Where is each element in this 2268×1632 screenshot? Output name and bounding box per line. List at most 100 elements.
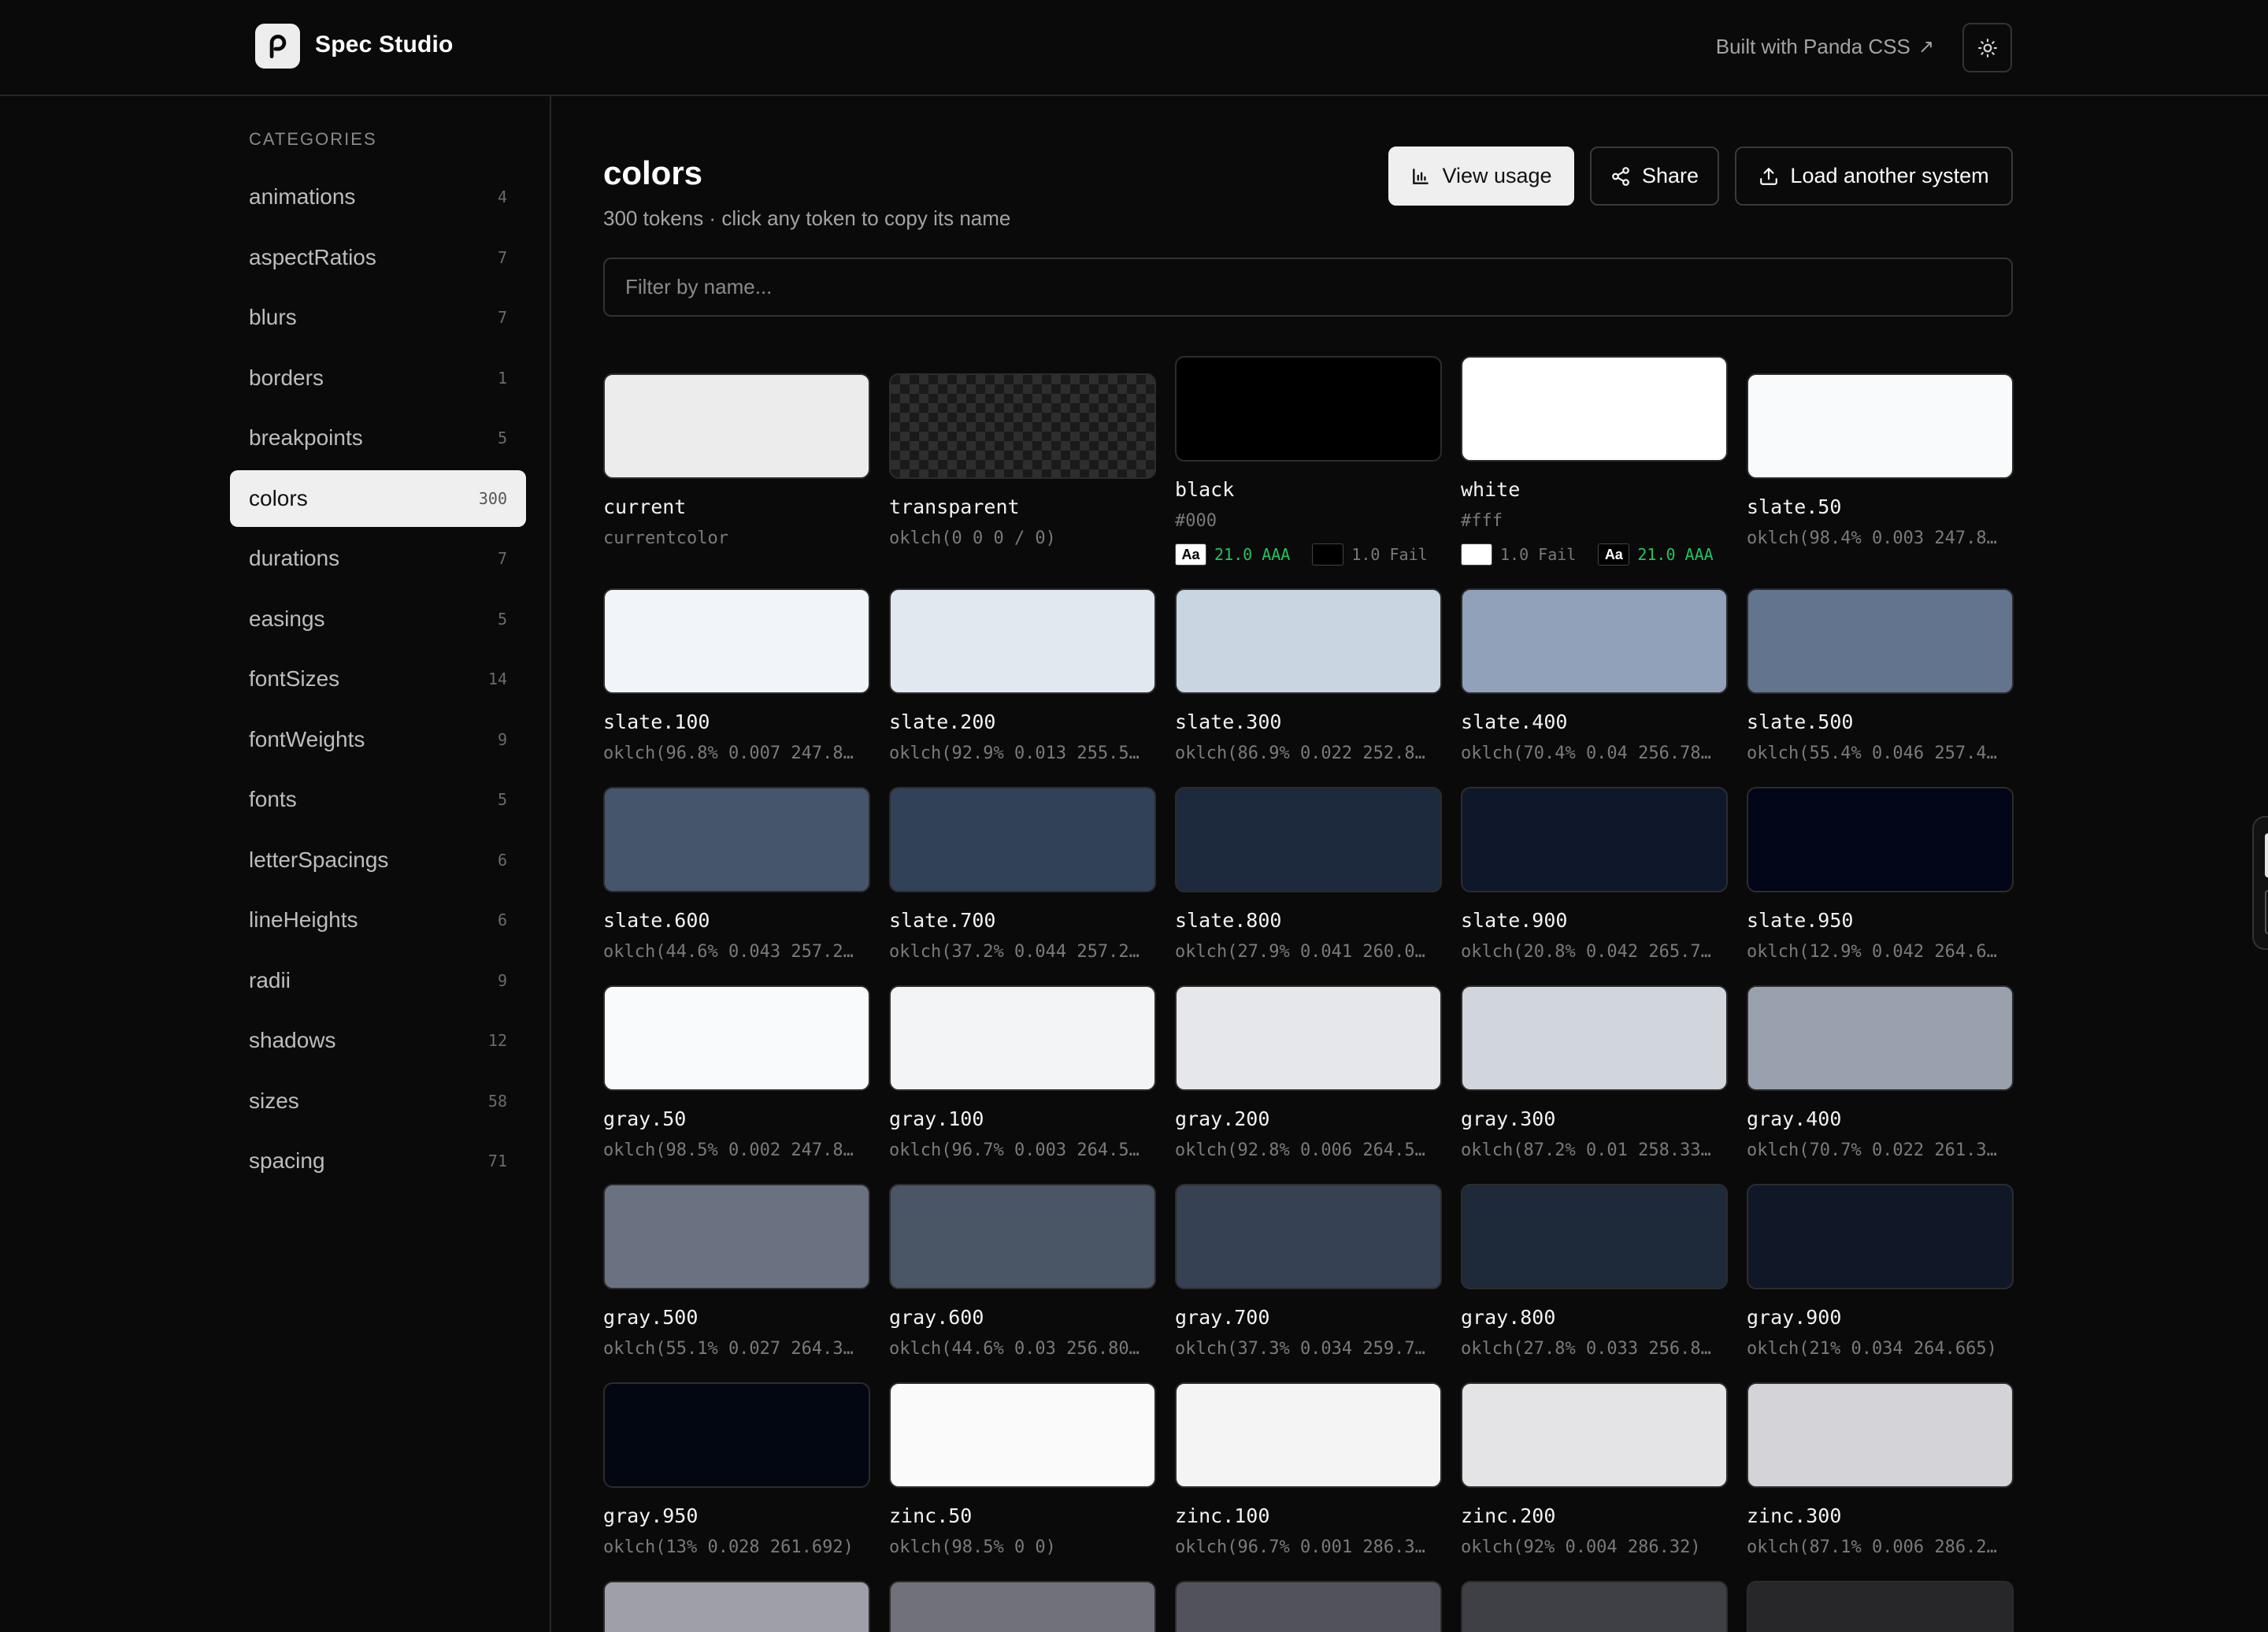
token-name[interactable]: slate.100 [603, 710, 710, 733]
color-swatch[interactable] [889, 787, 1156, 892]
color-swatch[interactable] [1747, 985, 2014, 1091]
token-name[interactable]: slate.800 [1175, 909, 1281, 932]
color-swatch[interactable] [1461, 1382, 1728, 1488]
color-swatch[interactable] [1747, 1184, 2014, 1289]
color-swatch[interactable] [889, 985, 1156, 1091]
color-swatch[interactable] [603, 787, 870, 892]
sidebar-item-shadows[interactable]: shadows 12 [230, 1012, 526, 1069]
page-subtitle: 300 tokens · click any token to copy its… [603, 206, 1011, 230]
token-name[interactable]: gray.600 [889, 1306, 984, 1329]
color-swatch[interactable] [603, 588, 870, 694]
share-button[interactable]: Share [1590, 147, 1719, 206]
token-value: oklch(20.8% 0.042 265.7… [1461, 942, 1711, 962]
sidebar-item-colors[interactable]: colors 300 [230, 469, 526, 527]
bar-chart-icon [1413, 168, 1429, 184]
sidebar-item-radii[interactable]: radii 9 [230, 952, 526, 1009]
token-name[interactable]: gray.950 [603, 1504, 698, 1527]
color-swatch[interactable] [1461, 1581, 1728, 1632]
color-swatch[interactable] [889, 1581, 1156, 1632]
token-name[interactable]: gray.50 [603, 1107, 686, 1130]
token-value: currentcolor [603, 529, 728, 548]
color-swatch[interactable] [889, 1382, 1156, 1488]
sidebar-item-fontweights[interactable]: fontWeights 9 [230, 711, 526, 768]
sidebar-item-letterspacings[interactable]: letterSpacings 6 [230, 832, 526, 888]
sidebar-item-fonts[interactable]: fonts 5 [230, 771, 526, 828]
color-swatch[interactable] [1747, 1581, 2014, 1632]
color-swatch[interactable] [1461, 985, 1728, 1091]
token-name[interactable]: slate.50 [1747, 495, 1841, 518]
color-swatch[interactable] [1175, 588, 1442, 694]
color-swatch[interactable] [1461, 356, 1728, 462]
sidebar-item-label: letterSpacings [249, 847, 389, 872]
load-another-system-button[interactable]: Load another system [1735, 147, 2013, 206]
token-name[interactable]: zinc.100 [1175, 1504, 1269, 1527]
token-name[interactable]: slate.300 [1175, 710, 1281, 733]
color-swatch[interactable] [1175, 787, 1442, 892]
token-name[interactable]: gray.200 [1175, 1107, 1269, 1130]
token-name[interactable]: slate.600 [603, 909, 710, 932]
token-name[interactable]: zinc.200 [1461, 1504, 1555, 1527]
app-title: Spec Studio [315, 32, 454, 57]
color-swatch[interactable] [1175, 356, 1442, 462]
app-logo-icon[interactable] [255, 24, 300, 69]
color-swatch[interactable] [1747, 373, 2014, 479]
color-swatch[interactable] [1175, 1184, 1442, 1289]
token-value: oklch(55.4% 0.046 257.4… [1747, 744, 1997, 763]
side-panel-tab[interactable] [2252, 816, 2268, 950]
color-swatch[interactable] [889, 1184, 1156, 1289]
token-name[interactable]: white [1461, 478, 1520, 501]
color-swatch[interactable] [1461, 1184, 1728, 1289]
color-swatch[interactable] [603, 1382, 870, 1488]
sidebar-item-borders[interactable]: borders 1 [230, 350, 526, 406]
panel-toggle-b[interactable] [2265, 890, 2268, 934]
color-swatch[interactable] [1175, 1382, 1442, 1488]
panel-toggle-a[interactable] [2265, 833, 2268, 877]
token-name[interactable]: zinc.300 [1747, 1504, 1841, 1527]
color-swatch[interactable] [889, 373, 1156, 479]
built-with-link[interactable]: Built with Panda CSS ↗ [1716, 35, 1934, 59]
color-swatch[interactable] [1175, 985, 1442, 1091]
token-name[interactable]: gray.900 [1747, 1306, 1841, 1329]
token-name[interactable]: gray.500 [603, 1306, 698, 1329]
token-name[interactable]: gray.100 [889, 1107, 984, 1130]
token-value: oklch(12.9% 0.042 264.6… [1747, 942, 1997, 962]
color-swatch[interactable] [1747, 588, 2014, 694]
sidebar-item-blurs[interactable]: blurs 7 [230, 289, 526, 346]
color-swatch[interactable] [1747, 787, 2014, 892]
color-swatch[interactable] [1175, 1581, 1442, 1632]
sidebar-item-durations[interactable]: durations 7 [230, 530, 526, 587]
color-swatch[interactable] [603, 985, 870, 1091]
token-name[interactable]: transparent [889, 495, 1020, 518]
sidebar-item-lineheights[interactable]: lineHeights 6 [230, 892, 526, 948]
token-name[interactable]: gray.300 [1461, 1107, 1555, 1130]
sidebar-item-sizes[interactable]: sizes 58 [230, 1073, 526, 1129]
sidebar-item-breakpoints[interactable]: breakpoints 5 [230, 410, 526, 466]
token-name[interactable]: slate.200 [889, 710, 995, 733]
sidebar-item-animations[interactable]: animations 4 [230, 169, 526, 225]
view-usage-button[interactable]: View usage [1388, 147, 1574, 206]
token-name[interactable]: slate.500 [1747, 710, 1853, 733]
color-swatch[interactable] [889, 588, 1156, 694]
theme-toggle-button[interactable] [1962, 23, 2012, 72]
color-swatch[interactable] [1461, 787, 1728, 892]
sidebar-item-spacing[interactable]: spacing 71 [230, 1133, 526, 1189]
token-name[interactable]: gray.700 [1175, 1306, 1269, 1329]
color-swatch[interactable] [603, 1581, 870, 1632]
sidebar-item-easings[interactable]: easings 5 [230, 591, 526, 647]
token-name[interactable]: gray.800 [1461, 1306, 1555, 1329]
sidebar-item-fontsizes[interactable]: fontSizes 14 [230, 651, 526, 707]
color-swatch[interactable] [603, 1184, 870, 1289]
token-name[interactable]: slate.900 [1461, 909, 1567, 932]
sidebar-item-aspectratios[interactable]: aspectRatios 7 [230, 229, 526, 286]
token-name[interactable]: slate.400 [1461, 710, 1567, 733]
token-name[interactable]: gray.400 [1747, 1107, 1841, 1130]
color-swatch[interactable] [603, 373, 870, 479]
token-name[interactable]: black [1175, 478, 1234, 501]
color-swatch[interactable] [1747, 1382, 2014, 1488]
color-swatch[interactable] [1461, 588, 1728, 694]
token-name[interactable]: slate.950 [1747, 909, 1853, 932]
token-name[interactable]: current [603, 495, 686, 518]
filter-input[interactable]: Filter by name... [603, 258, 2013, 317]
token-name[interactable]: zinc.50 [889, 1504, 972, 1527]
token-name[interactable]: slate.700 [889, 909, 995, 932]
